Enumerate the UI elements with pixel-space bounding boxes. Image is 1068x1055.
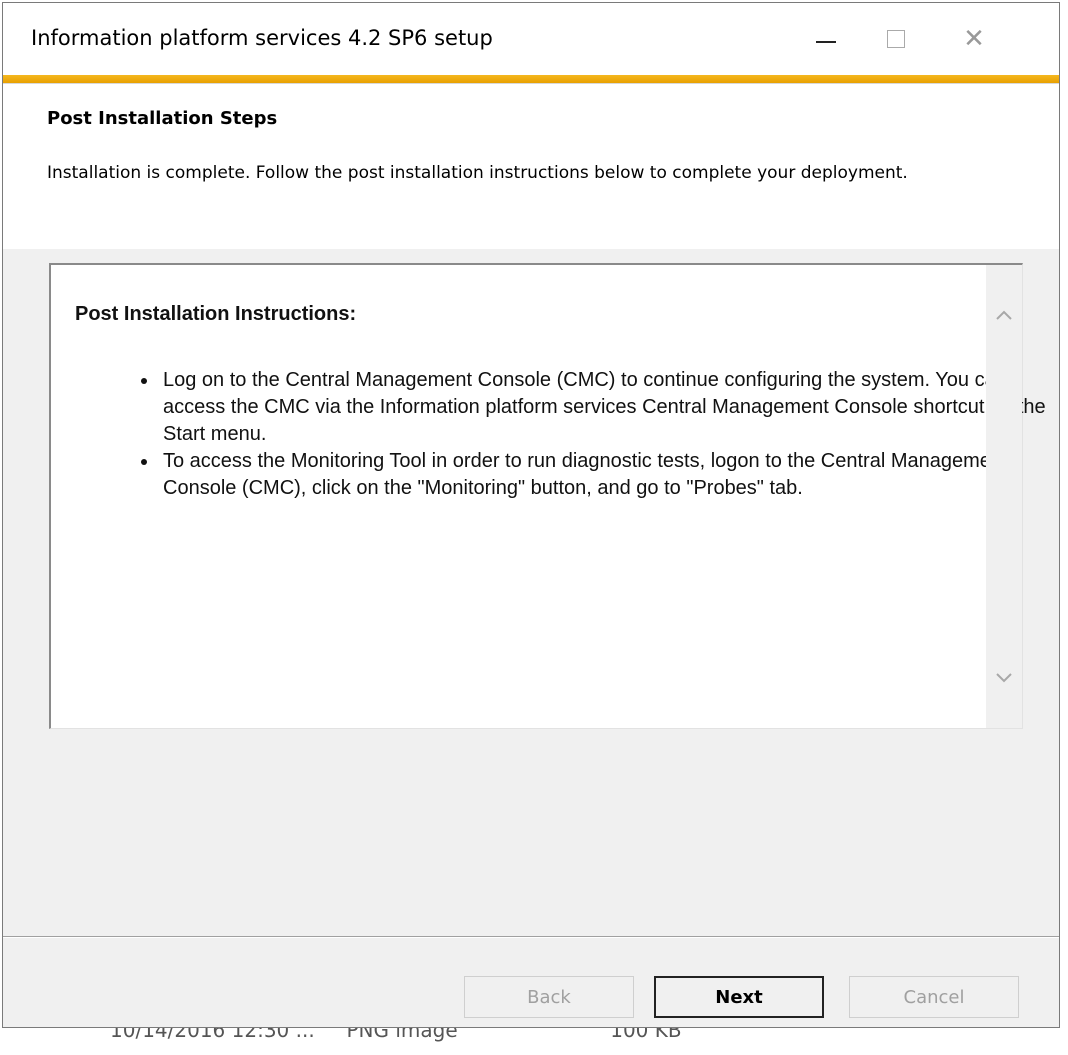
accent-bar — [3, 75, 1059, 83]
title-bar[interactable]: Information platform services 4.2 SP6 se… — [3, 3, 1059, 75]
next-button[interactable]: Next — [654, 976, 824, 1018]
maximize-button[interactable] — [861, 3, 931, 75]
close-icon: ✕ — [963, 24, 985, 54]
footer-divider — [3, 936, 1059, 938]
scroll-down-icon[interactable] — [986, 658, 1022, 698]
minimize-icon — [816, 41, 836, 43]
instructions-title: Post Installation Instructions: — [75, 303, 357, 325]
setup-window: Information platform services 4.2 SP6 se… — [2, 2, 1060, 1028]
scroll-up-icon[interactable] — [986, 295, 1022, 335]
background-window-strip: 10/14/2016 12:30 ... PNG image 100 KB — [0, 1028, 1068, 1055]
cancel-button[interactable]: Cancel — [849, 976, 1019, 1018]
minimize-button[interactable] — [791, 3, 861, 75]
instructions-list: Log on to the Central Management Console… — [75, 367, 1051, 502]
step-description: Installation is complete. Follow the pos… — [47, 163, 908, 183]
vertical-scrollbar[interactable] — [986, 265, 1022, 728]
list-item: To access the Monitoring Tool in order t… — [159, 448, 1051, 502]
back-button[interactable]: Back — [464, 976, 634, 1018]
close-button[interactable]: ✕ — [939, 3, 1009, 75]
step-title: Post Installation Steps — [47, 108, 278, 129]
instructions-panel[interactable]: Post Installation Instructions: Log on t… — [49, 263, 1046, 729]
background-file-row: 10/14/2016 12:30 ... PNG image 100 KB — [110, 1028, 682, 1042]
list-item: Log on to the Central Management Console… — [159, 367, 1051, 448]
maximize-icon — [887, 30, 905, 48]
window-title: Information platform services 4.2 SP6 se… — [31, 26, 493, 50]
step-header: Post Installation Steps Installation is … — [3, 83, 1059, 249]
